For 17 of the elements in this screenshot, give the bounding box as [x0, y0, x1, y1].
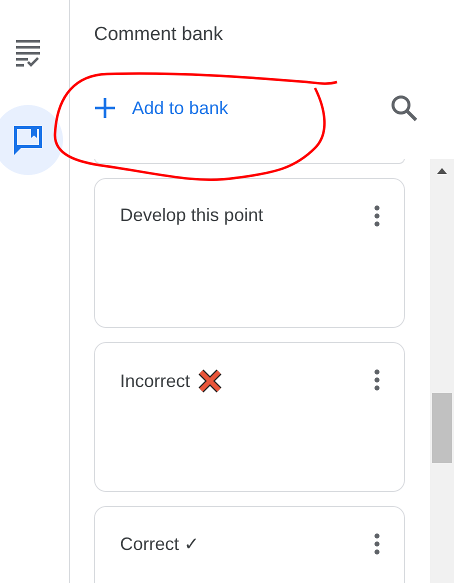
scroll-up-icon[interactable]	[437, 168, 447, 174]
comment-text: Develop this point	[120, 205, 264, 226]
scrollbar-thumb[interactable]	[432, 393, 452, 463]
checklist-icon	[14, 39, 40, 67]
more-options-button[interactable]	[374, 369, 380, 391]
comment-text: Incorrect	[120, 370, 190, 392]
search-icon[interactable]	[390, 94, 418, 122]
comment-bank-tab[interactable]	[0, 105, 62, 175]
scrollbar[interactable]	[430, 159, 454, 583]
more-options-button[interactable]	[374, 205, 380, 227]
cross-mark-icon	[198, 369, 222, 393]
more-options-button[interactable]	[374, 533, 380, 555]
bookmark-comment-icon	[12, 125, 42, 155]
comment-text: Correct ✓	[120, 533, 200, 555]
plus-icon	[94, 97, 116, 119]
panel-title: Comment bank	[93, 23, 224, 47]
add-to-bank-button[interactable]: Add to bank	[94, 97, 228, 119]
